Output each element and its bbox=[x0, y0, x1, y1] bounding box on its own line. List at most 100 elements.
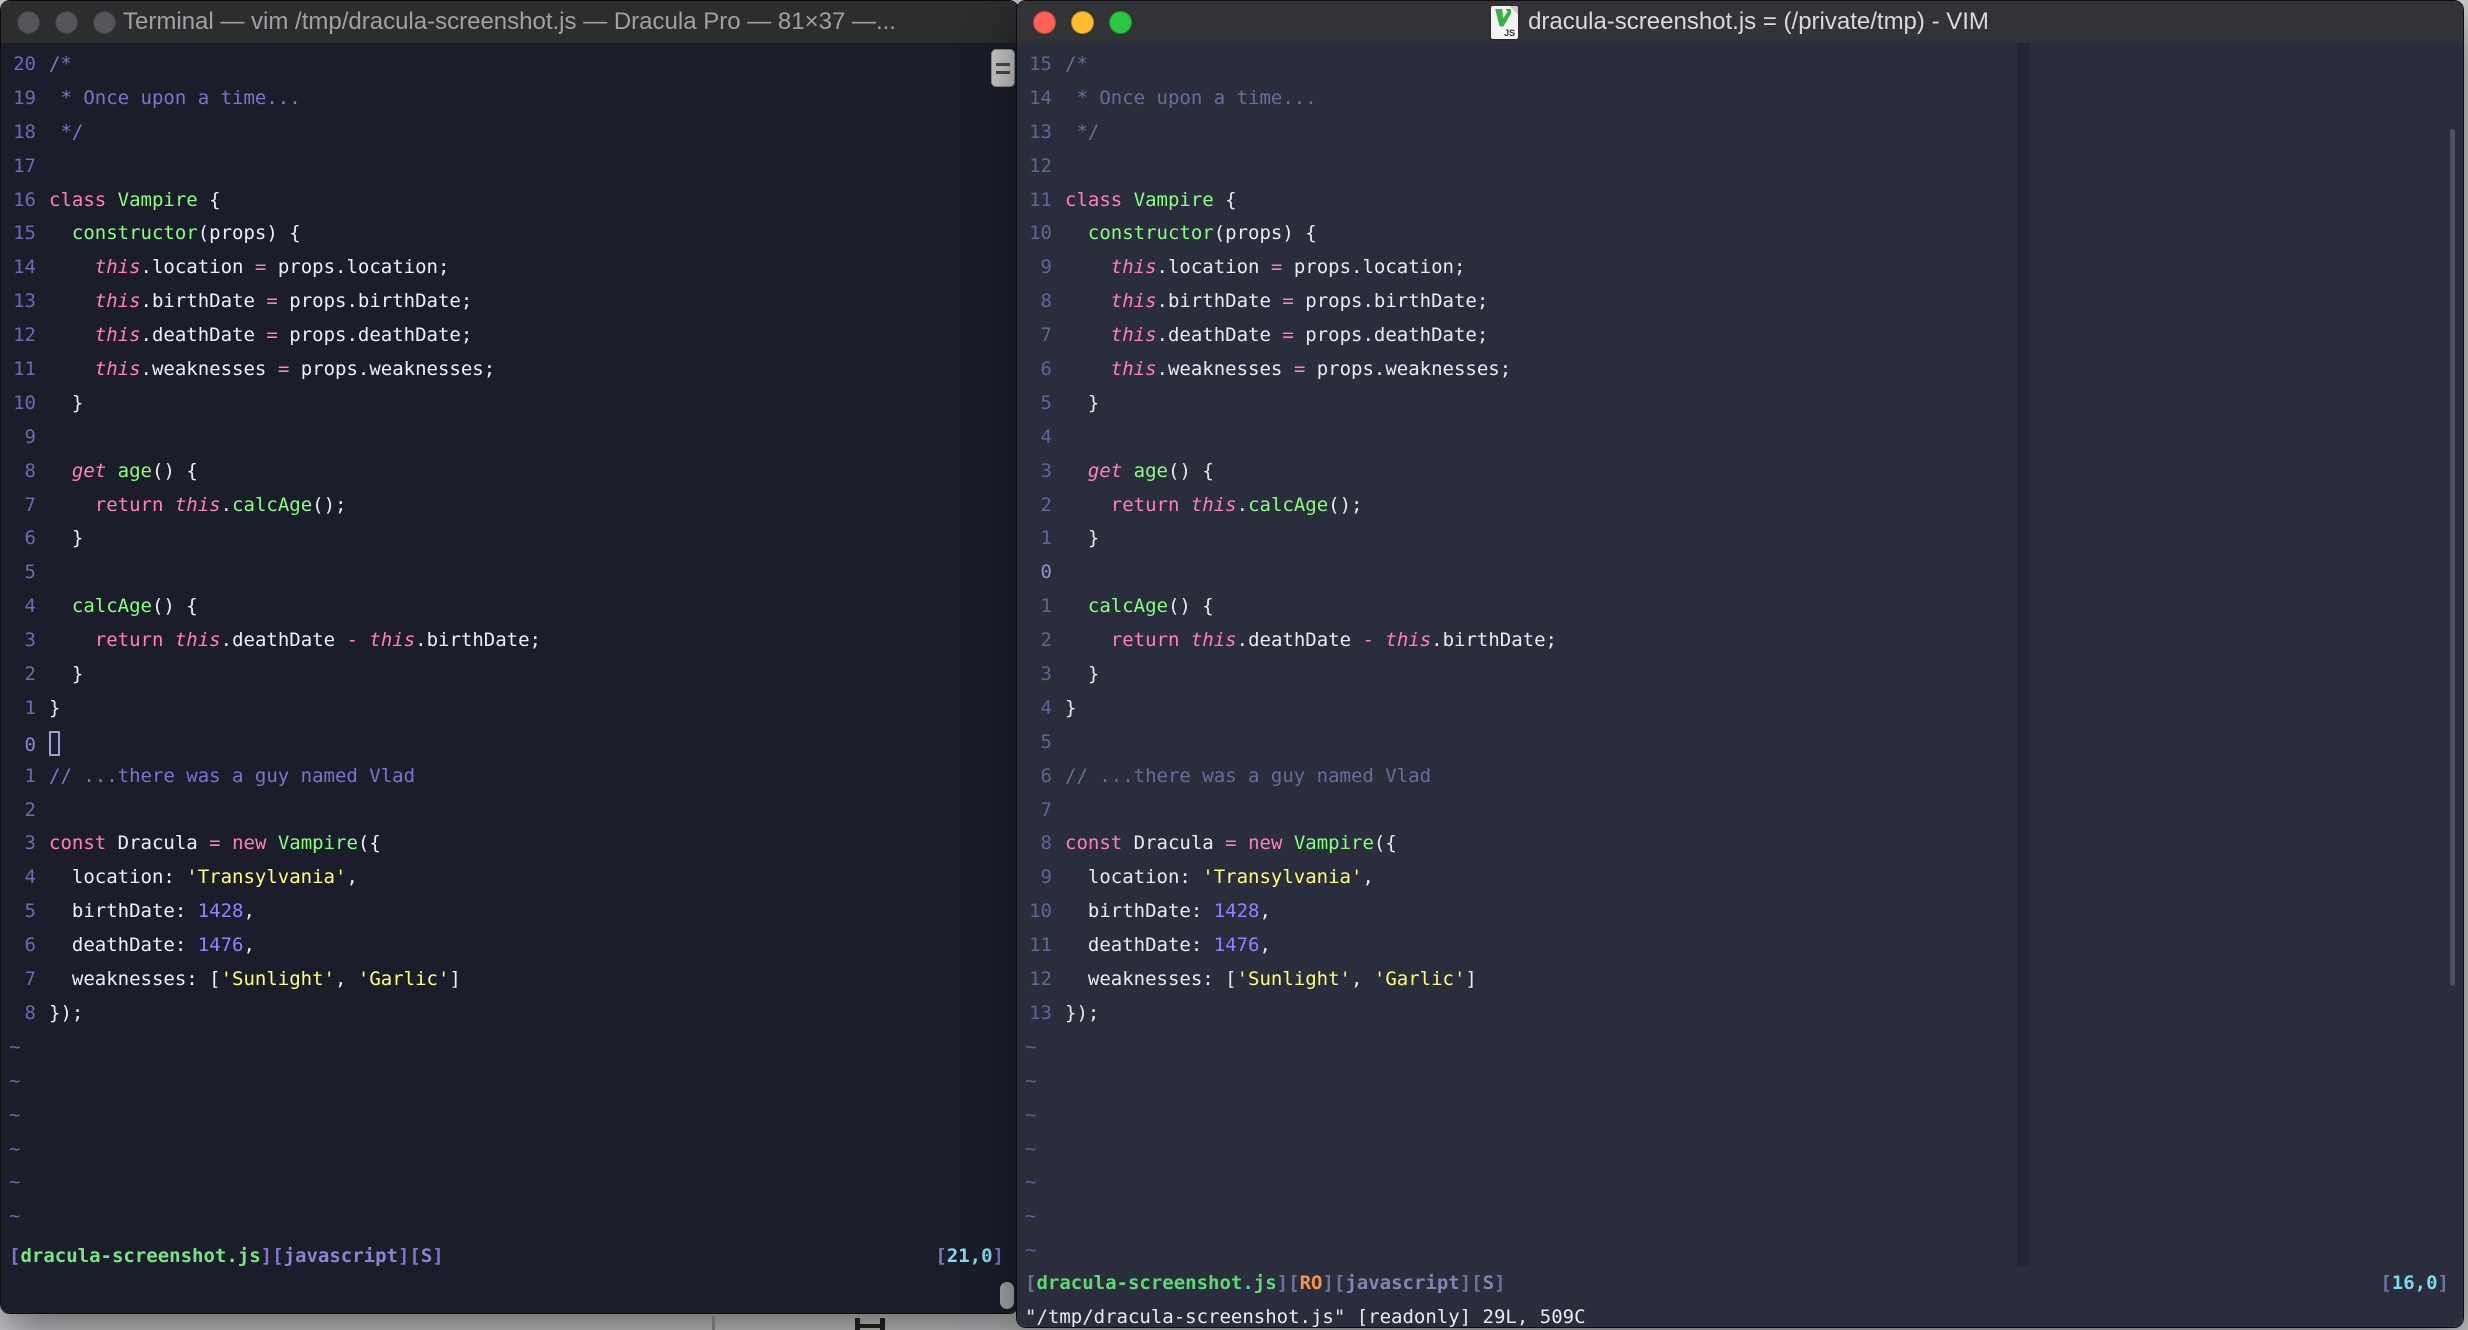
code-line: 8 get age() { bbox=[9, 455, 1018, 489]
code-line: 10 birthDate: 1428, bbox=[1025, 895, 2463, 929]
line-number: 7 bbox=[24, 493, 36, 516]
line-number: 11 bbox=[1029, 188, 1052, 211]
empty-buffer-line: ~ bbox=[9, 1137, 21, 1160]
empty-buffer-line: ~ bbox=[1025, 1171, 1037, 1194]
code-line: 11 deathDate: 1476, bbox=[1025, 929, 2463, 963]
line-number: 10 bbox=[1029, 222, 1052, 245]
empty-buffer-line: ~ bbox=[1025, 1035, 1037, 1058]
line-number: 4 bbox=[1040, 425, 1052, 448]
code-area[interactable]: 20/* 19 * Once upon a time... 18 */17 16 cla… bbox=[1, 43, 1018, 1313]
line-number: 8 bbox=[24, 1001, 36, 1024]
code-line: 6 } bbox=[9, 522, 1018, 556]
line-number: 2 bbox=[1040, 493, 1052, 516]
code-line: 4 calcAge() { bbox=[9, 590, 1018, 624]
line-number: 3 bbox=[24, 629, 36, 652]
left-scrollbar-thumb[interactable] bbox=[1000, 1282, 1014, 1309]
line-number: 13 bbox=[1029, 120, 1052, 143]
background-window-edge bbox=[712, 1316, 715, 1330]
code-line: 5 birthDate: 1428, bbox=[9, 895, 1018, 929]
line-number: 6 bbox=[1040, 358, 1052, 381]
code-line: 13 */ bbox=[1025, 116, 2463, 150]
line-number: 10 bbox=[1029, 900, 1052, 923]
code-line: 1 calcAge() { bbox=[1025, 590, 2463, 624]
zoom-button[interactable] bbox=[1109, 10, 1132, 34]
split-pane-button[interactable] bbox=[991, 49, 1015, 87]
code-line: 2 bbox=[9, 794, 1018, 828]
code-line: 7 bbox=[1025, 794, 2463, 828]
code-line: 11 class Vampire { bbox=[1025, 184, 2463, 218]
line-number: 5 bbox=[24, 561, 36, 584]
minimize-button[interactable] bbox=[55, 10, 78, 34]
line-number: 4 bbox=[24, 595, 36, 618]
line-number: 12 bbox=[13, 324, 36, 347]
line-number: 17 bbox=[13, 154, 36, 177]
left-status-cursor-position: [21,0] bbox=[935, 1245, 1004, 1267]
code-line: 2 } bbox=[9, 658, 1018, 692]
minimize-button[interactable] bbox=[1071, 10, 1094, 34]
code-line: 18 */ bbox=[9, 116, 1018, 150]
line-number: 10 bbox=[13, 391, 36, 414]
code-line: 5 } bbox=[1025, 387, 2463, 421]
empty-buffer-line: ~ bbox=[9, 1035, 21, 1058]
code-line: 1} bbox=[9, 692, 1018, 726]
vim-command-line: "/tmp/dracula-screenshot.js" [readonly] … bbox=[1025, 1306, 1586, 1328]
code-line: 7 this.deathDate = props.deathDate; bbox=[1025, 319, 2463, 353]
line-number: 11 bbox=[13, 358, 36, 381]
line-number: 15 bbox=[13, 222, 36, 245]
code-line: 2 return this.calcAge(); bbox=[1025, 489, 2463, 523]
empty-buffer-line: ~ bbox=[9, 1103, 21, 1126]
line-number: 3 bbox=[1040, 663, 1052, 686]
line-number: 2 bbox=[24, 663, 36, 686]
line-number: 0 bbox=[1040, 561, 1052, 584]
line-number: 4 bbox=[1040, 696, 1052, 719]
line-number: 1 bbox=[24, 764, 36, 787]
line-number: 2 bbox=[1040, 629, 1052, 652]
left-vim-statusline: [dracula-screenshot.js][javascript][S] [… bbox=[9, 1239, 1004, 1273]
code-line: 5 bbox=[1025, 726, 2463, 760]
code-line: 0 bbox=[9, 726, 1018, 760]
left-traffic-lights bbox=[17, 1, 116, 43]
left-titlebar[interactable]: Terminal — vim /tmp/dracula-screenshot.j… bbox=[1, 1, 1018, 43]
vim-cursor bbox=[49, 730, 60, 756]
line-number: 18 bbox=[13, 120, 36, 143]
code-line: 14 this.location = props.location; bbox=[9, 251, 1018, 285]
right-titlebar[interactable]: JS dracula-screenshot.js = (/private/tmp… bbox=[1017, 1, 2463, 43]
line-number: 19 bbox=[13, 86, 36, 109]
line-number: 9 bbox=[24, 425, 36, 448]
line-number: 1 bbox=[1040, 595, 1052, 618]
empty-buffer-line: ~ bbox=[9, 1171, 21, 1194]
code-line: 15 constructor(props) { bbox=[9, 217, 1018, 251]
code-line: 6 deathDate: 1476, bbox=[9, 929, 1018, 963]
empty-buffer-line: ~ bbox=[1025, 1069, 1037, 1092]
line-number: 7 bbox=[24, 968, 36, 991]
zoom-button[interactable] bbox=[93, 10, 116, 34]
code-line: 12 weaknesses: ['Sunlight', 'Garlic'] bbox=[1025, 963, 2463, 997]
line-number: 1 bbox=[1040, 527, 1052, 550]
right-vim-content: 15/* 14 * Once upon a time... 13 */12 11 cla… bbox=[1017, 43, 2463, 1327]
line-number: 11 bbox=[1029, 934, 1052, 957]
line-number: 5 bbox=[24, 900, 36, 923]
code-line: 15/* bbox=[1025, 48, 2463, 82]
code-line: 12 bbox=[1025, 150, 2463, 184]
line-number: 8 bbox=[1040, 832, 1052, 855]
right-scrollbar-thumb[interactable] bbox=[2450, 129, 2455, 986]
code-line: 20/* bbox=[9, 48, 1018, 82]
line-number: 9 bbox=[1040, 866, 1052, 889]
vim-window-right: JS dracula-screenshot.js = (/private/tmp… bbox=[1016, 0, 2464, 1328]
line-number: 6 bbox=[24, 527, 36, 550]
line-number: 9 bbox=[1040, 256, 1052, 279]
code-line: 6 this.weaknesses = props.weaknesses; bbox=[1025, 353, 2463, 387]
background-letter-fragment bbox=[855, 1324, 885, 1328]
empty-buffer-line: ~ bbox=[1025, 1137, 1037, 1160]
js-file-proxy-icon[interactable]: JS bbox=[1491, 5, 1519, 39]
code-line: 6// ...there was a guy named Vlad bbox=[1025, 760, 2463, 794]
line-number: 4 bbox=[24, 866, 36, 889]
right-status-cursor-position: [16,0] bbox=[2380, 1272, 2449, 1294]
code-line: 12 this.deathDate = props.deathDate; bbox=[9, 319, 1018, 353]
close-button[interactable] bbox=[1033, 10, 1056, 34]
close-button[interactable] bbox=[17, 10, 40, 34]
code-line: 11 this.weaknesses = props.weaknesses; bbox=[9, 353, 1018, 387]
code-line: 3 get age() { bbox=[1025, 455, 2463, 489]
code-line: 16 class Vampire { bbox=[9, 184, 1018, 218]
code-area[interactable]: 15/* 14 * Once upon a time... 13 */12 11 cla… bbox=[1017, 43, 2463, 1327]
